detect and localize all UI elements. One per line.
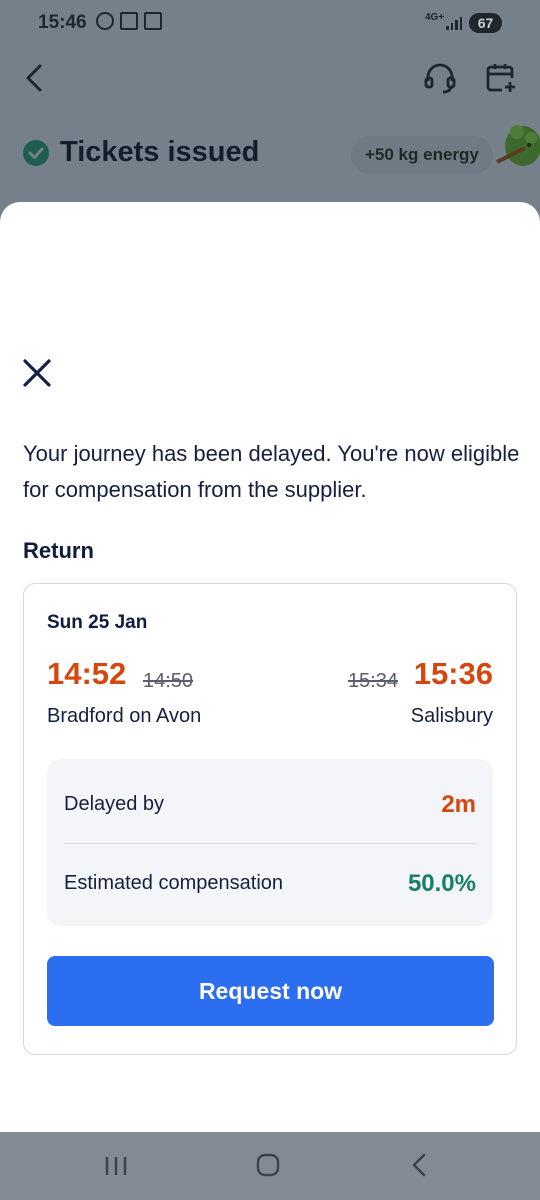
delay-message: Your journey has been delayed. You're no… <box>23 441 520 502</box>
journey-date: Sun 25 Jan <box>47 612 148 633</box>
navigation-bar <box>0 1132 540 1200</box>
compensation-row: Estimated compensation 50.0% <box>64 870 476 900</box>
section-title: Return <box>23 538 94 563</box>
energy-badge: +50 kg energy <box>351 136 493 174</box>
compensation-sheet: Your journey has been delayed. You're no… <box>0 202 540 1132</box>
status-bar: 15:46 4G+ 67 <box>0 0 540 46</box>
whatsapp-icon <box>96 12 114 30</box>
delay-row: Delayed by 2m <box>64 791 476 821</box>
arrival-scheduled-time: 15:34 <box>347 670 398 692</box>
request-now-button[interactable]: Request now <box>47 956 494 1026</box>
mascot-illustration <box>496 125 540 166</box>
recents-icon[interactable] <box>103 1155 129 1177</box>
delay-info-box: Delayed by 2m Estimated compensation 50.… <box>47 759 493 926</box>
signal-icon <box>446 16 462 30</box>
home-icon[interactable] <box>256 1153 280 1177</box>
mail-icon <box>120 12 138 30</box>
status-time: 15:46 <box>38 12 87 33</box>
sim-icon <box>144 12 162 30</box>
battery-indicator: 67 <box>469 13 502 33</box>
notification-icons <box>96 12 162 30</box>
close-icon[interactable] <box>20 356 54 390</box>
nav-back-icon[interactable] <box>408 1152 432 1178</box>
check-circle-icon <box>23 140 49 166</box>
departure-time: 14:52 <box>47 656 127 691</box>
destination-station: Salisbury <box>410 705 493 727</box>
divider <box>64 843 476 844</box>
compensation-value: 50.0% <box>407 870 476 897</box>
arrival-time: 15:36 <box>413 656 493 691</box>
journey-card: Sun 25 Jan 14:52 14:50 15:34 15:36 Bradf… <box>23 583 517 1055</box>
origin-station: Bradford on Avon <box>47 705 202 727</box>
compensation-label: Estimated compensation <box>64 872 284 894</box>
page-title: Tickets issued <box>60 136 260 168</box>
delay-label: Delayed by <box>64 793 165 815</box>
back-arrow-icon[interactable] <box>22 62 50 94</box>
network-type: 4G+ <box>425 12 445 23</box>
delay-value: 2m <box>441 791 476 818</box>
calendar-add-icon[interactable] <box>484 61 518 95</box>
headset-icon[interactable] <box>423 61 457 95</box>
departure-scheduled-time: 14:50 <box>143 670 194 692</box>
